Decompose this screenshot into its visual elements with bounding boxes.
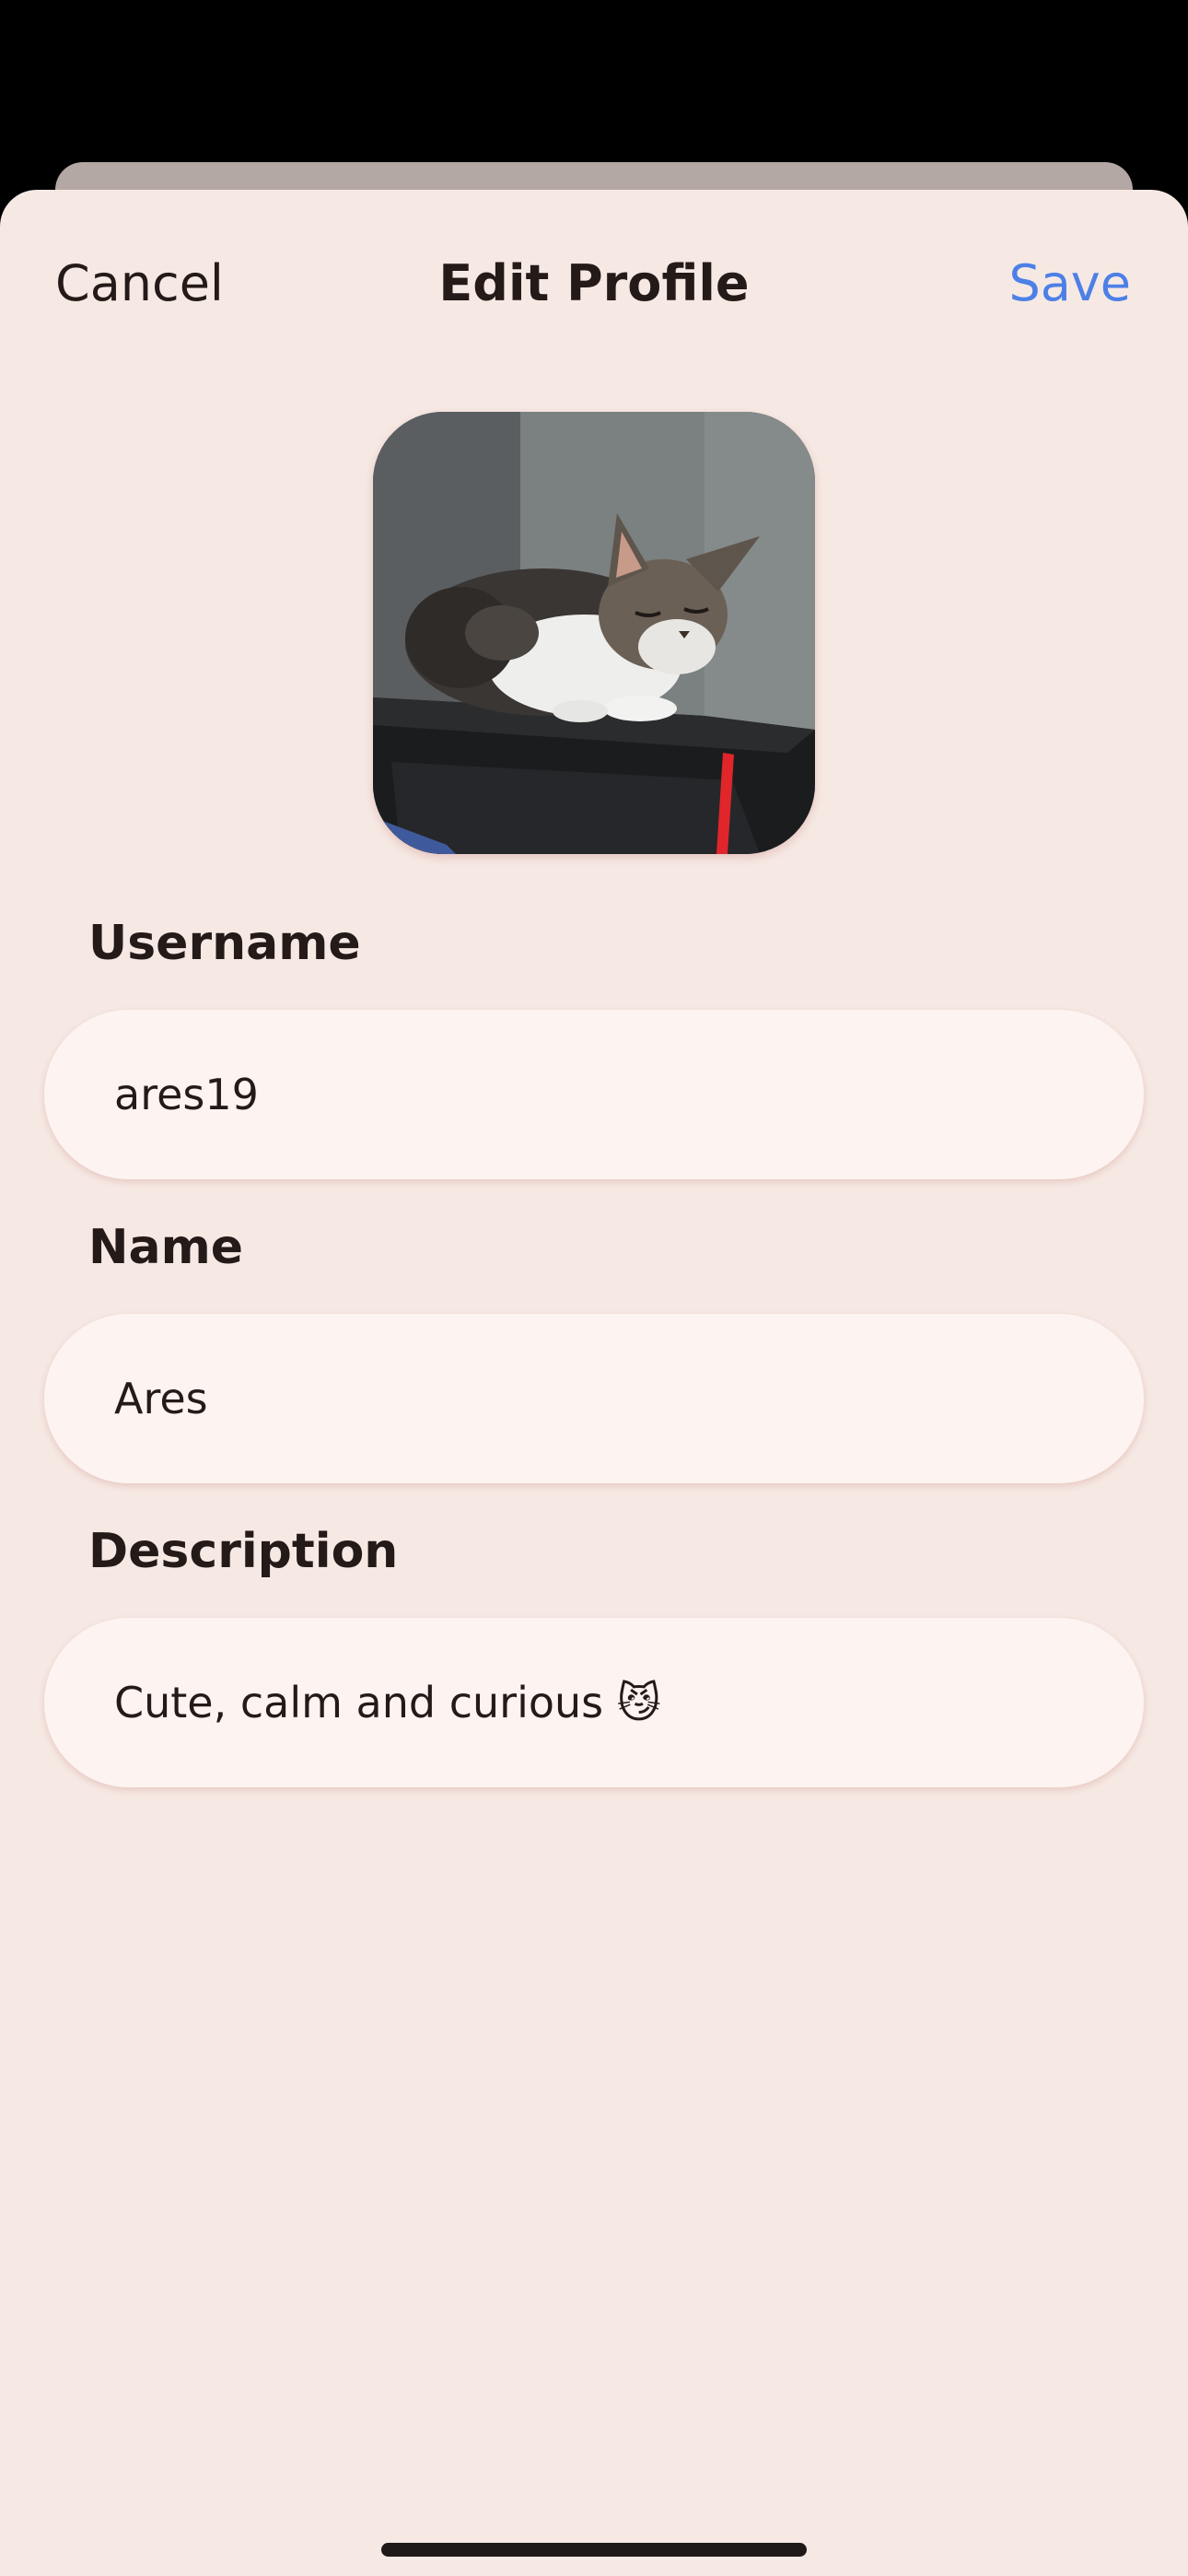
description-label: Description: [88, 1524, 399, 1579]
save-button[interactable]: Save: [1008, 254, 1131, 312]
name-label: Name: [88, 1220, 244, 1275]
cancel-button[interactable]: Cancel: [55, 254, 224, 312]
cat-photo-icon: [373, 412, 815, 854]
username-field[interactable]: [44, 1010, 1144, 1179]
edit-profile-sheet: Cancel Edit Profile Save Username ares19…: [0, 190, 1188, 2576]
home-indicator[interactable]: [381, 2543, 807, 2557]
screen: Cancel Edit Profile Save Username ares19…: [0, 0, 1188, 2576]
username-label: Username: [88, 916, 361, 971]
name-field[interactable]: [44, 1314, 1144, 1483]
navigation-bar: Cancel Edit Profile Save: [0, 190, 1188, 383]
description-field[interactable]: [44, 1618, 1144, 1787]
profile-photo[interactable]: [373, 412, 815, 854]
